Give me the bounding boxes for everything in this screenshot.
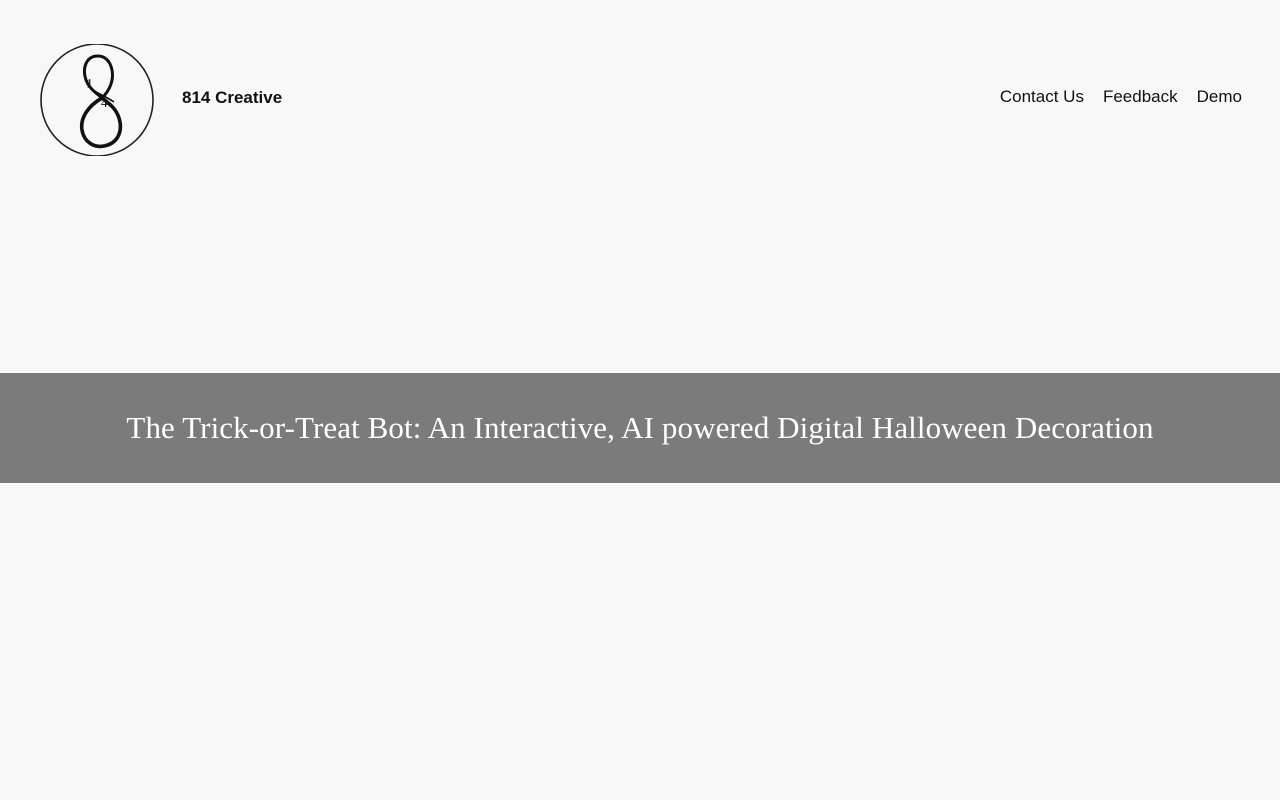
main-nav: Contact Us Feedback Demo [1000, 87, 1242, 107]
nav-link-demo[interactable]: Demo [1197, 87, 1242, 107]
logo-monogram-icon: 1 4 [40, 43, 154, 157]
page: 1 4 814 Creative Contact Us Feedback Dem… [0, 0, 1280, 800]
site-title[interactable]: 814 Creative [182, 88, 282, 108]
logo-numeral-four: 4 [101, 95, 108, 110]
nav-link-contact-us[interactable]: Contact Us [1000, 87, 1084, 107]
nav-link-feedback[interactable]: Feedback [1103, 87, 1178, 107]
site-logo-link[interactable]: 1 4 [40, 43, 156, 157]
logo-numeral-one: 1 [86, 77, 93, 92]
site-header: 1 4 814 Creative Contact Us Feedback Dem… [0, 0, 1280, 200]
hero-title: The Trick-or-Treat Bot: An Interactive, … [126, 410, 1154, 445]
hero-banner: The Trick-or-Treat Bot: An Interactive, … [0, 373, 1280, 483]
